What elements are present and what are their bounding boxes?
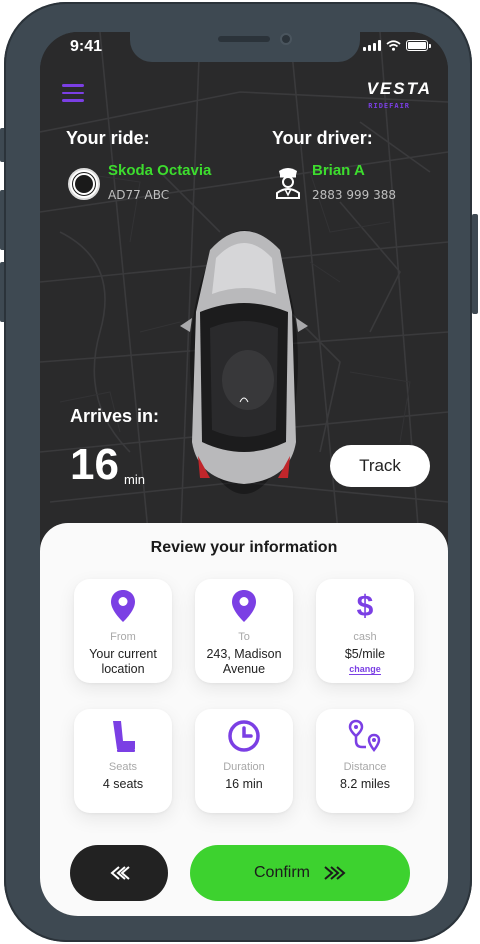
- signal-icon: [363, 40, 381, 51]
- car-name: Skoda Octavia: [108, 162, 212, 179]
- from-card[interactable]: From Your current location: [74, 579, 172, 683]
- status-icons: [363, 40, 431, 51]
- distance-label: Distance: [343, 761, 387, 773]
- clock-icon: [228, 720, 260, 752]
- from-value: Your current location: [89, 647, 157, 676]
- payment-value: $5/mile: [344, 647, 386, 661]
- notch: [130, 32, 360, 62]
- payment-label: cash: [353, 631, 377, 643]
- to-value: 243, Madison Avenue: [206, 647, 282, 676]
- brand-logo: VESTA RIDEFAIR: [367, 79, 432, 110]
- status-time: 9:41: [70, 38, 103, 55]
- track-button[interactable]: Track: [330, 445, 430, 487]
- confirm-button[interactable]: Confirm: [190, 845, 410, 901]
- phone-frame: 9:41 VESTA RIDEFAIR Your ride: Your driv…: [4, 2, 472, 942]
- dollar-icon: $: [357, 590, 374, 623]
- map-pin-icon: [111, 590, 135, 622]
- screen: 9:41 VESTA RIDEFAIR Your ride: Your driv…: [40, 32, 448, 916]
- brand-name: VESTA: [366, 79, 432, 98]
- power-button: [472, 214, 478, 314]
- duration-value: 16 min: [225, 777, 263, 791]
- seats-value: 4 seats: [102, 777, 144, 791]
- distance-value: 8.2 miles: [339, 777, 391, 791]
- wifi-icon: [386, 40, 401, 51]
- driver-icon: [276, 168, 300, 199]
- driver-phone: 2883 999 388: [312, 188, 396, 202]
- driver-name: Brian A: [312, 162, 365, 179]
- seats-label: Seats: [108, 761, 138, 773]
- car-seat-icon: [113, 721, 135, 752]
- confirm-label: Confirm: [253, 864, 310, 881]
- your-ride-label: Your ride:: [66, 128, 150, 148]
- to-card[interactable]: To 243, Madison Avenue: [195, 579, 293, 683]
- double-chevron-left-icon: [110, 866, 130, 880]
- map-pin-icon: [232, 590, 256, 622]
- eta-value: 16: [70, 440, 119, 489]
- brand-tagline: RIDEFAIR: [368, 102, 410, 110]
- route-icon: [348, 719, 381, 752]
- double-chevron-right-icon: [324, 866, 346, 880]
- distance-card[interactable]: Distance 8.2 miles: [316, 709, 414, 813]
- payment-card[interactable]: $ cash $5/mile change: [316, 579, 414, 683]
- duration-label: Duration: [223, 761, 265, 773]
- change-payment-link[interactable]: change: [349, 664, 381, 675]
- skoda-logo-icon: [68, 168, 100, 200]
- seats-card[interactable]: Seats 4 seats: [74, 709, 172, 813]
- your-driver-label: Your driver:: [272, 128, 373, 148]
- back-button[interactable]: [70, 845, 168, 901]
- from-label: From: [110, 631, 136, 643]
- to-label: To: [238, 631, 250, 643]
- duration-card[interactable]: Duration 16 min: [195, 709, 293, 813]
- review-title: Review your information: [150, 539, 338, 556]
- eta-unit: min: [124, 472, 145, 487]
- svg-text:$: $: [357, 590, 374, 623]
- arrives-in-label: Arrives in:: [70, 406, 160, 426]
- battery-icon: [406, 40, 431, 51]
- menu-button[interactable]: [62, 84, 86, 104]
- car-plate: AD77 ABC: [108, 188, 170, 202]
